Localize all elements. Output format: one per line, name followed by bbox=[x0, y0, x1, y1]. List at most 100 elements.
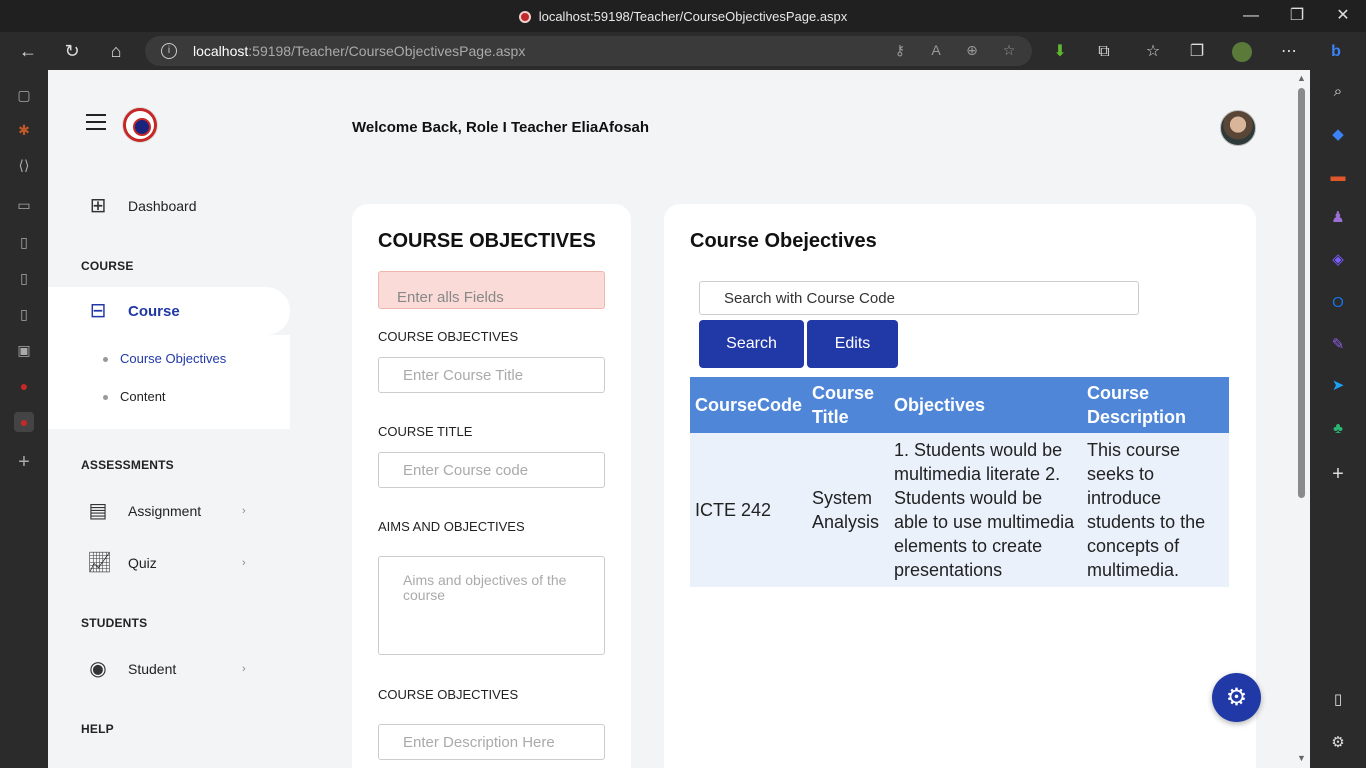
tab-icon[interactable]: ▭ bbox=[14, 195, 34, 215]
site-favicon-icon bbox=[518, 11, 531, 23]
table-row[interactable]: ICTE 242 System Analysis 1. Students wou… bbox=[690, 433, 1229, 587]
description-input[interactable]: Enter Description Here bbox=[378, 724, 605, 760]
restore-icon[interactable]: ❐ bbox=[1274, 0, 1320, 32]
close-icon[interactable]: ✕ bbox=[1320, 0, 1366, 32]
minimize-icon[interactable]: — bbox=[1228, 0, 1274, 32]
cell-course-code: ICTE 242 bbox=[690, 433, 808, 587]
settings-icon[interactable]: ⚙ bbox=[1328, 733, 1348, 753]
table-header-row: CourseCode Course Title Objectives Cours… bbox=[690, 377, 1229, 433]
chevron-right-icon: › bbox=[242, 557, 246, 569]
nav-course-objectives[interactable]: Course Objectives bbox=[120, 351, 226, 366]
nav-course[interactable]: Course bbox=[128, 303, 180, 320]
download-icon[interactable]: ⬇ bbox=[1050, 42, 1070, 62]
bing-icon[interactable]: b bbox=[1326, 42, 1346, 62]
extensions-icon[interactable]: ⧉ bbox=[1094, 42, 1114, 62]
list-title: Course Obejectives bbox=[690, 230, 877, 252]
scrollbar-thumb[interactable] bbox=[1298, 88, 1305, 498]
tab-icon-active[interactable]: ● bbox=[14, 412, 34, 432]
label-course-objectives-2: COURSE OBJECTIVES bbox=[378, 687, 519, 702]
outlook-icon[interactable]: O bbox=[1328, 293, 1348, 313]
chevron-right-icon: › bbox=[242, 505, 246, 517]
send-icon[interactable]: ➤ bbox=[1328, 376, 1348, 396]
quiz-chart-icon: 📈︎ bbox=[87, 552, 113, 574]
course-objectives-form-card: COURSE OBJECTIVES Enter alls Fields COUR… bbox=[352, 204, 631, 768]
course-icon: ⊟ bbox=[89, 300, 107, 322]
home-icon[interactable]: ⌂ bbox=[100, 36, 132, 66]
scroll-down-icon[interactable]: ▼ bbox=[1297, 753, 1306, 763]
section-students: STUDENTS bbox=[81, 616, 148, 630]
user-circle-icon: ◉ bbox=[89, 658, 107, 680]
site-info-icon[interactable]: i bbox=[161, 43, 177, 59]
tab-icon[interactable]: ⟨⟩ bbox=[14, 155, 34, 175]
validation-alert: Enter alls Fields bbox=[378, 271, 605, 309]
sidebar-toggle-icon[interactable]: ▯ bbox=[1328, 690, 1348, 710]
tab-icon[interactable]: ▯ bbox=[14, 232, 34, 252]
browser-title-bar: localhost:59198/Teacher/CourseObjectives… bbox=[0, 0, 1366, 32]
course-code-input[interactable]: Enter Course code bbox=[378, 452, 605, 488]
browser-left-sidebar: ▢ ✱ ⟨⟩ ▭ ▯ ▯ ▯ ▣ ● ● + bbox=[0, 70, 48, 768]
tab-actions-icon[interactable]: ▢ bbox=[14, 85, 34, 105]
address-bar[interactable]: i localhost:59198/Teacher/CourseObjectiv… bbox=[145, 36, 1032, 66]
tree-icon[interactable]: ♣ bbox=[1328, 419, 1348, 439]
zoom-icon[interactable]: ⊕ bbox=[963, 42, 981, 60]
column-header: Course Description bbox=[1082, 377, 1229, 433]
edits-button[interactable]: Edits bbox=[807, 320, 898, 368]
tools-icon[interactable]: ▬ bbox=[1328, 167, 1348, 187]
browser-toolbar: ← ↻ ⌂ i localhost:59198/Teacher/CourseOb… bbox=[0, 32, 1366, 70]
alert-text: Enter alls Fields bbox=[397, 289, 504, 306]
section-assessments: ASSESSMENTS bbox=[81, 458, 174, 472]
page-viewport: Welcome Back, Role I Teacher EliaAfosah … bbox=[48, 70, 1294, 768]
profile-icon[interactable] bbox=[1232, 42, 1252, 62]
chevron-right-icon: › bbox=[242, 663, 246, 675]
settings-gear-icon[interactable]: ⚙ bbox=[1212, 673, 1261, 722]
bullet-icon bbox=[103, 357, 108, 362]
label-aims-objectives: AIMS AND OBJECTIVES bbox=[378, 519, 525, 534]
window-title-text: localhost:59198/Teacher/CourseObjectives… bbox=[538, 9, 848, 24]
tab-icon[interactable]: ▯ bbox=[14, 268, 34, 288]
nav-content[interactable]: Content bbox=[120, 389, 166, 404]
cell-course-title: System Analysis bbox=[807, 433, 890, 587]
bullet-icon bbox=[103, 395, 108, 400]
nav-dashboard[interactable]: Dashboard bbox=[128, 198, 197, 214]
cell-objectives: 1. Students would be multimedia literate… bbox=[889, 433, 1083, 587]
scroll-up-icon[interactable]: ▲ bbox=[1297, 73, 1306, 83]
shopping-icon[interactable]: ◆ bbox=[1328, 125, 1348, 145]
search-input[interactable]: Search with Course Code bbox=[699, 281, 1139, 315]
browser-right-sidebar: ⌕ ◆ ▬ ♟ ◈ O ✎ ➤ ♣ + ▯ ⚙ bbox=[1310, 70, 1366, 768]
school-logo bbox=[123, 108, 157, 142]
nav-assignment[interactable]: Assignment bbox=[128, 503, 201, 519]
nav-quiz[interactable]: Quiz bbox=[128, 555, 157, 571]
course-title-input[interactable]: Enter Course Title bbox=[378, 357, 605, 393]
key-icon[interactable]: ⚷ bbox=[891, 42, 909, 60]
course-objectives-list-card: Course Obejectives Search with Course Co… bbox=[664, 204, 1256, 768]
new-tab-icon[interactable]: + bbox=[14, 452, 34, 472]
tab-icon[interactable]: ▣ bbox=[14, 340, 34, 360]
copilot-icon[interactable]: ◈ bbox=[1328, 250, 1348, 270]
tab-icon[interactable]: ● bbox=[14, 376, 34, 396]
more-icon[interactable]: ⋯ bbox=[1279, 42, 1299, 62]
page-scrollbar[interactable]: ▲ ▼ bbox=[1294, 70, 1310, 768]
read-aloud-icon[interactable]: A bbox=[927, 42, 945, 60]
avatar[interactable] bbox=[1220, 110, 1256, 146]
favorites-icon[interactable]: ☆ bbox=[1143, 42, 1163, 62]
add-icon[interactable]: + bbox=[1328, 464, 1348, 484]
collections-icon[interactable]: ❐ bbox=[1187, 42, 1207, 62]
aims-objectives-textarea[interactable]: Aims and objectives of the course bbox=[378, 556, 605, 655]
add-favorite-icon[interactable]: ☆ bbox=[1000, 42, 1018, 60]
games-icon[interactable]: ♟ bbox=[1328, 208, 1348, 228]
nav-student[interactable]: Student bbox=[128, 661, 176, 677]
search-icon[interactable]: ⌕ bbox=[1328, 82, 1348, 102]
section-help: HELP bbox=[81, 722, 114, 736]
course-submenu bbox=[48, 335, 290, 429]
welcome-text: Welcome Back, Role I Teacher EliaAfosah bbox=[352, 119, 650, 136]
tab-icon[interactable]: ✱ bbox=[14, 120, 34, 140]
column-header: Course Title bbox=[807, 377, 890, 433]
label-course-title: COURSE TITLE bbox=[378, 424, 473, 439]
search-button[interactable]: Search bbox=[699, 320, 804, 368]
tab-icon[interactable]: ▯ bbox=[14, 304, 34, 324]
reload-icon[interactable]: ↻ bbox=[56, 36, 88, 66]
back-icon[interactable]: ← bbox=[12, 36, 44, 66]
menu-icon[interactable] bbox=[86, 114, 106, 130]
label-course-objectives: COURSE OBJECTIVES bbox=[378, 329, 519, 344]
designer-icon[interactable]: ✎ bbox=[1328, 335, 1348, 355]
